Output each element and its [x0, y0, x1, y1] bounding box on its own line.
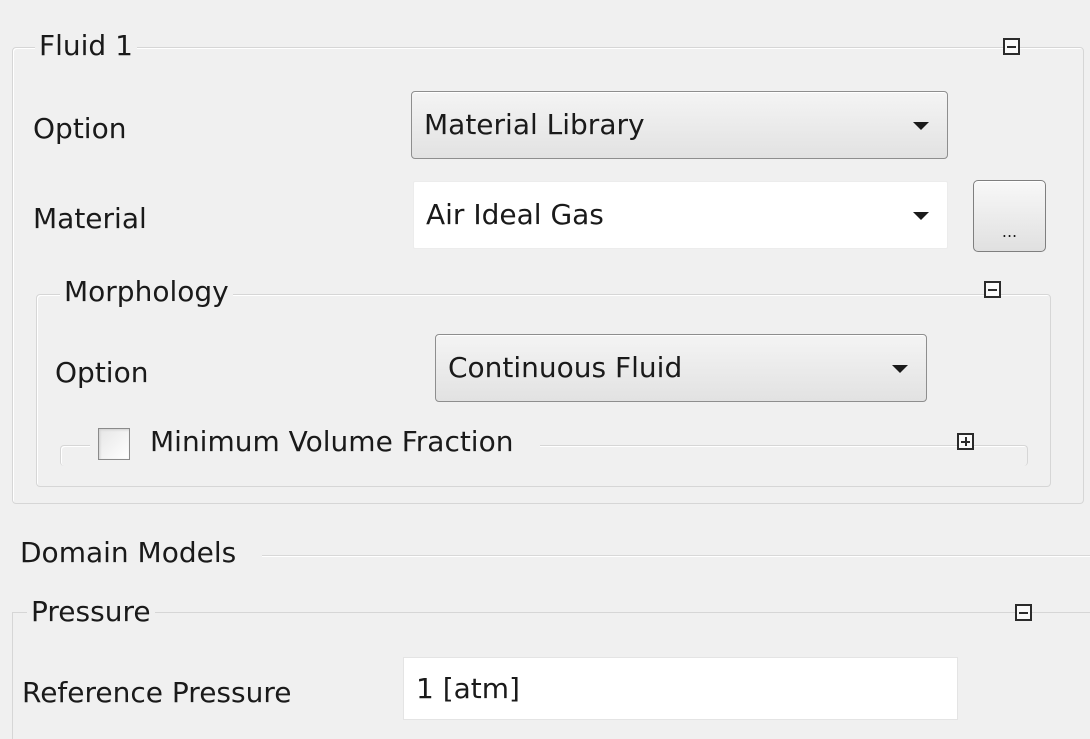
chevron-down-icon — [892, 365, 908, 373]
option-dropdown-value: Material Library — [424, 108, 645, 141]
min-volume-label: Minimum Volume Fraction — [150, 425, 514, 458]
domain-models-divider — [262, 555, 1090, 556]
material-browse-button[interactable]: ... — [973, 180, 1046, 252]
material-browse-label: ... — [1001, 222, 1018, 241]
material-label: Material — [33, 202, 147, 235]
reference-pressure-label: Reference Pressure — [22, 676, 292, 709]
option-label: Option — [33, 112, 127, 145]
fluid-group-title: Fluid 1 — [35, 28, 137, 64]
domain-models-title: Domain Models — [20, 536, 237, 569]
reference-pressure-input[interactable]: 1 [atm] — [403, 657, 958, 720]
pressure-collapse-icon[interactable] — [1015, 604, 1032, 621]
material-dropdown-value: Air Ideal Gas — [426, 198, 604, 231]
chevron-down-icon — [913, 212, 929, 220]
chevron-down-icon — [913, 122, 929, 130]
morphology-group-title: Morphology — [60, 274, 233, 310]
reference-pressure-value: 1 [atm] — [416, 671, 520, 705]
option-dropdown[interactable]: Material Library — [411, 91, 948, 159]
fluid-collapse-icon[interactable] — [1003, 38, 1020, 55]
pressure-group-title: Pressure — [27, 594, 155, 630]
morphology-option-dropdown[interactable]: Continuous Fluid — [435, 334, 927, 402]
min-volume-expand-icon[interactable] — [957, 433, 974, 450]
min-volume-checkbox[interactable] — [98, 428, 130, 460]
morphology-collapse-icon[interactable] — [984, 281, 1001, 298]
material-dropdown[interactable]: Air Ideal Gas — [413, 181, 948, 249]
morphology-option-label: Option — [55, 356, 149, 389]
morphology-option-value: Continuous Fluid — [448, 351, 683, 384]
